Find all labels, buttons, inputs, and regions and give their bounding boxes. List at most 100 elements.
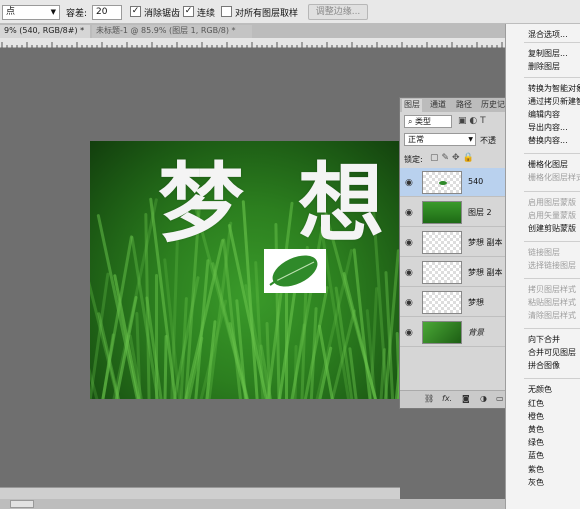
refine-edge-button[interactable]: 调整边缘... bbox=[308, 4, 368, 20]
layer-row-dream-copy[interactable]: ◉ 梦想 副本 bbox=[400, 228, 511, 257]
layer-name: 梦想 副本 bbox=[468, 238, 503, 247]
adjustment-icon[interactable]: ◑ bbox=[480, 394, 487, 403]
visibility-eye-icon[interactable]: ◉ bbox=[405, 208, 413, 218]
menu-item[interactable]: 蓝色 bbox=[506, 450, 580, 462]
menu-item[interactable]: 删除图层 bbox=[506, 61, 580, 73]
layer-row-dream-copy-2[interactable]: ◉ 梦想 副本 bbox=[400, 258, 511, 287]
options-bar: 点 ▼ 容差: 20 ✓ 消除锯齿 ✓ 连续 对所有图层取样 调整边缘... bbox=[0, 0, 580, 24]
menu-item: 栅格化图层样式 bbox=[528, 173, 580, 182]
menu-item: 启用矢量蒙版 bbox=[528, 211, 576, 220]
doc-tab-540[interactable]: 9% (540, RGB/8#) * bbox=[0, 25, 90, 38]
visibility-eye-icon[interactable]: ◉ bbox=[405, 178, 413, 188]
menu-item[interactable]: 编辑内容 bbox=[506, 109, 580, 121]
menu-item[interactable]: 创建剪贴蒙版 bbox=[506, 223, 580, 235]
blend-mode-select[interactable]: 正常 ▼ bbox=[404, 133, 476, 146]
menu-item[interactable]: 向下合并 bbox=[506, 334, 580, 346]
layer-name: 梦想 bbox=[468, 298, 484, 307]
horizontal-ruler bbox=[0, 38, 510, 48]
menu-item[interactable]: 通过拷贝新建智 bbox=[506, 96, 580, 108]
menu-item[interactable]: 转换为智能对象 bbox=[506, 83, 580, 95]
menu-separator bbox=[524, 241, 580, 242]
menu-separator bbox=[524, 191, 580, 192]
visibility-eye-icon[interactable]: ◉ bbox=[405, 268, 413, 278]
dream-char-2: 想 bbox=[298, 154, 384, 254]
tolerance-value: 20 bbox=[96, 7, 108, 17]
folder-icon[interactable]: ▭ bbox=[496, 394, 504, 403]
scrollbar-thumb[interactable] bbox=[10, 500, 34, 508]
menu-item[interactable]: 紫色 bbox=[506, 464, 580, 476]
menu-item[interactable]: 导出内容... bbox=[506, 122, 580, 134]
menu-item[interactable]: 栅格化图层 bbox=[506, 159, 580, 171]
layer-row-540[interactable]: ◉ 540 bbox=[400, 168, 511, 197]
menu-item: 清除图层样式 bbox=[528, 311, 576, 320]
opacity-label: 不透 bbox=[480, 136, 496, 145]
all-layers-checkbox[interactable] bbox=[221, 6, 232, 17]
menu-item[interactable]: 拼合图像 bbox=[506, 360, 580, 372]
tab-paths[interactable]: 路径 bbox=[454, 99, 474, 112]
horizontal-scrollbar[interactable] bbox=[0, 499, 510, 509]
layer-row-background[interactable]: ◉ 背景 bbox=[400, 318, 511, 347]
doc-tab-untitled[interactable]: 未标题-1 @ 85.9% (图层 1, RGB/8) * bbox=[92, 25, 252, 38]
filter-value: 类型 bbox=[415, 117, 432, 126]
grass-blade bbox=[309, 306, 318, 399]
lock-label: 锁定: bbox=[404, 155, 423, 164]
layer-context-menu: 混合选项... 复制图层... 删除图层转换为智能对象 通过拷贝新建智 编辑内容 导出内容… bbox=[505, 24, 580, 509]
menu-item[interactable]: 合并可见图层 bbox=[506, 347, 580, 359]
antialias-label: 消除锯齿 bbox=[144, 9, 181, 19]
menu-item[interactable]: 灰色 bbox=[506, 477, 580, 489]
chevron-down-icon: ▼ bbox=[468, 136, 473, 143]
menu-separator bbox=[524, 328, 580, 329]
tab-layers[interactable]: 图层 bbox=[402, 99, 422, 112]
dream-char-1: 梦 bbox=[158, 154, 244, 254]
menu-item: 拷贝图层样式 bbox=[528, 285, 576, 294]
layer-filter-select[interactable]: ⌕ 类型 bbox=[404, 115, 452, 128]
layer-row-dream[interactable]: ◉ 梦想 bbox=[400, 288, 511, 317]
document-canvas[interactable]: 梦 想 bbox=[90, 141, 410, 399]
menu-separator bbox=[524, 42, 580, 43]
layer-name: 图层 2 bbox=[468, 208, 492, 217]
tab-history[interactable]: 历史记 bbox=[479, 99, 507, 112]
grass-blade bbox=[285, 284, 288, 399]
status-bar bbox=[0, 487, 400, 499]
menu-item[interactable]: 替换内容... bbox=[506, 135, 580, 147]
all-layers-label: 对所有图层取样 bbox=[235, 9, 299, 19]
tolerance-label: 容差: bbox=[66, 9, 88, 19]
menu-item[interactable]: 绿色 bbox=[506, 437, 580, 449]
visibility-eye-icon[interactable]: ◉ bbox=[405, 328, 413, 338]
menu-item[interactable]: 黄色 bbox=[506, 424, 580, 436]
layer-name: 540 bbox=[468, 177, 484, 186]
layers-panel: 图层 通道 路径 历史记 ⌕ 类型 ▣ ◐ T 正常 ▼ 不透 锁定: ▢✎✥🔒… bbox=[399, 97, 511, 409]
menu-item[interactable]: 复制图层... bbox=[506, 48, 580, 60]
menu-separator bbox=[524, 278, 580, 279]
layer-name: 背景 bbox=[468, 328, 484, 337]
menu-item[interactable]: 橙色 bbox=[506, 411, 580, 423]
tab-channels[interactable]: 通道 bbox=[428, 99, 448, 112]
menu-item[interactable]: 红色 bbox=[506, 398, 580, 410]
visibility-eye-icon[interactable]: ◉ bbox=[405, 238, 413, 248]
menu-separator bbox=[524, 153, 580, 154]
fx-icon[interactable]: fx. bbox=[442, 394, 452, 403]
mask-icon[interactable]: ◙ bbox=[462, 394, 470, 403]
lock-icons[interactable]: ▢✎✥🔒 bbox=[430, 153, 477, 163]
antialias-checkbox[interactable]: ✓ bbox=[130, 6, 141, 17]
layer-thumbnail bbox=[422, 201, 462, 224]
menu-item: 粘贴图层样式 bbox=[528, 298, 576, 307]
ruler-ticks bbox=[1, 42, 508, 48]
layer-thumbnail bbox=[422, 261, 462, 284]
chevron-down-icon: ▼ bbox=[50, 8, 56, 16]
visibility-eye-icon[interactable]: ◉ bbox=[405, 298, 413, 308]
leaf-icon bbox=[269, 255, 318, 287]
filter-icons[interactable]: ▣ ◐ T bbox=[458, 116, 486, 126]
document-tabs: 9% (540, RGB/8#) * 未标题-1 @ 85.9% (图层 1, … bbox=[0, 24, 510, 38]
tolerance-input[interactable]: 20 bbox=[92, 5, 122, 20]
menu-item[interactable]: 无颜色 bbox=[506, 384, 580, 396]
blend-mode-value: 正常 bbox=[408, 135, 424, 144]
link-icon[interactable]: ⛓ bbox=[424, 394, 434, 403]
sample-size-select[interactable]: 点 ▼ bbox=[2, 5, 60, 20]
layer-name: 梦想 副本 bbox=[468, 268, 503, 277]
layers-panel-footer: ⛓ fx. ◙ ◑ ▭ bbox=[400, 390, 511, 408]
menu-item: 链接图层 bbox=[528, 248, 560, 257]
layer-row-layer2[interactable]: ◉ 图层 2 bbox=[400, 198, 511, 227]
menu-item[interactable]: 混合选项... bbox=[506, 29, 580, 41]
contiguous-checkbox[interactable]: ✓ bbox=[183, 6, 194, 17]
